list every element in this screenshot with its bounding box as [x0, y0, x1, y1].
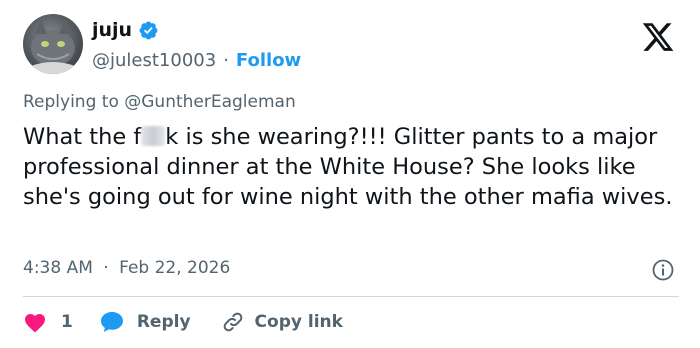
author-name[interactable]: juju	[92, 19, 132, 41]
tweet-text: What the fk is she wearing?!!! Glitter p…	[23, 122, 683, 212]
censor-blur	[141, 126, 166, 146]
divider	[23, 296, 679, 297]
tweet-time: 4:38 AM	[23, 258, 93, 278]
tweet-date: Feb 22, 2026	[119, 258, 231, 278]
action-bar: 1 Reply Copy link	[23, 307, 343, 337]
like-count: 1	[61, 312, 73, 332]
handle-separator: ·	[223, 49, 229, 71]
replying-mention[interactable]: @GuntherEagleman	[124, 92, 296, 112]
verified-badge-icon	[138, 20, 159, 41]
reply-bubble-icon	[99, 310, 125, 334]
replying-to: Replying to @GuntherEagleman	[23, 92, 296, 112]
link-icon	[221, 310, 245, 334]
author-name-row: juju	[92, 17, 159, 43]
like-button[interactable]: 1	[23, 311, 73, 333]
reply-label: Reply	[136, 312, 191, 332]
avatar[interactable]	[23, 14, 83, 74]
heart-icon	[23, 311, 47, 333]
author-handle-row: @julest10003 · Follow	[92, 47, 301, 73]
author-handle[interactable]: @julest10003	[92, 50, 216, 71]
tweet-timestamp[interactable]: 4:38 AM · Feb 22, 2026	[23, 258, 230, 278]
tweet-text-start: What the f	[23, 124, 142, 150]
follow-button[interactable]: Follow	[236, 50, 301, 71]
reply-button[interactable]: Reply	[99, 310, 191, 334]
copy-link-label: Copy link	[254, 312, 343, 332]
timestamp-separator: ·	[103, 258, 109, 278]
replying-prefix: Replying to	[23, 92, 119, 112]
x-logo-icon[interactable]	[640, 20, 676, 54]
copy-link-button[interactable]: Copy link	[221, 310, 343, 334]
info-icon[interactable]	[651, 258, 675, 282]
